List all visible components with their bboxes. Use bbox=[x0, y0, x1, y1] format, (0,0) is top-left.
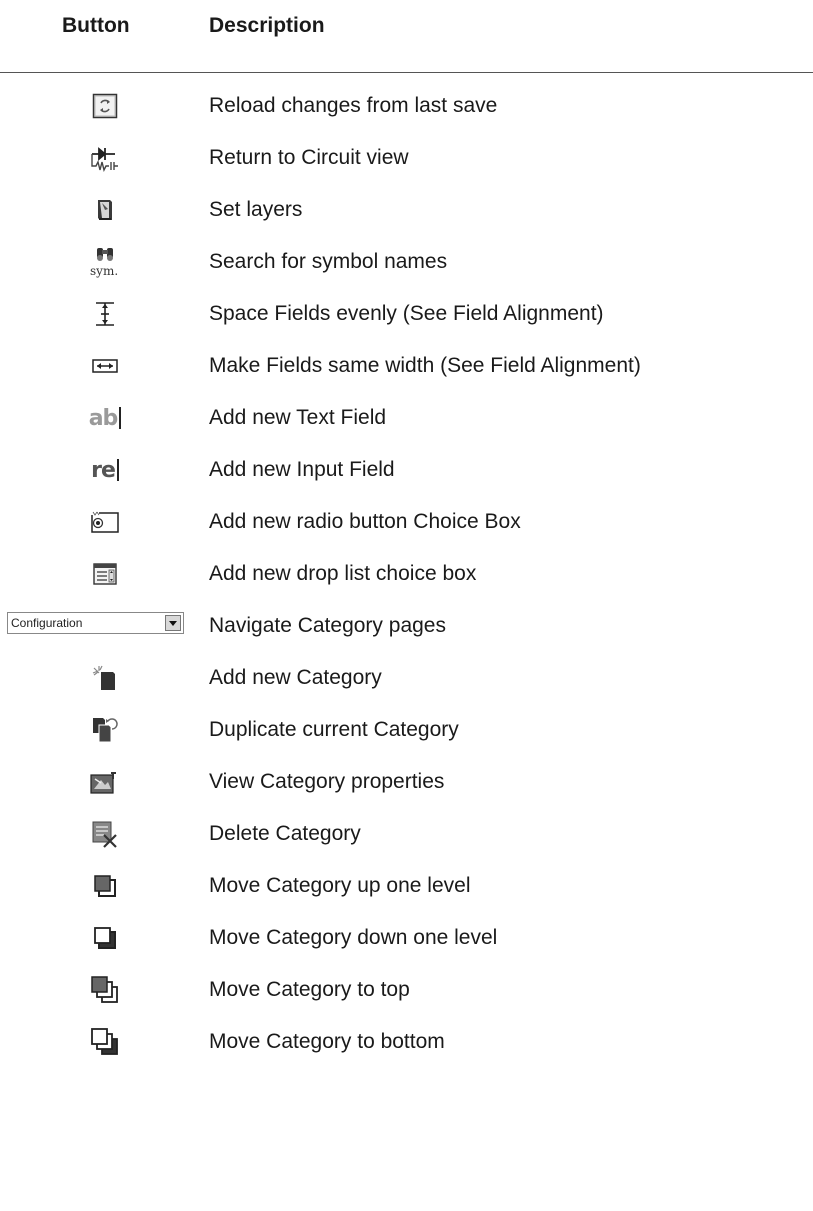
row-description: Duplicate current Category bbox=[209, 718, 459, 741]
row-description: Space Fields evenly (See Field Alignment… bbox=[209, 302, 604, 325]
table-row: Reload changes from last save bbox=[0, 80, 813, 132]
row-description: Add new Category bbox=[209, 666, 382, 689]
table-row: ab Add new Text Field bbox=[0, 392, 813, 444]
table-row: Duplicate current Category bbox=[0, 704, 813, 756]
circuit-view-icon[interactable] bbox=[80, 138, 130, 178]
table-row: Add new Category bbox=[0, 652, 813, 704]
reload-icon[interactable] bbox=[80, 86, 130, 126]
input-field-icon-label: re bbox=[91, 458, 119, 483]
table-row: Delete Category bbox=[0, 808, 813, 860]
row-description: Set layers bbox=[209, 198, 303, 221]
table-row: sym. Search for symbol names bbox=[0, 236, 813, 288]
header-rule bbox=[0, 72, 813, 73]
category-dropdown-value: Configuration bbox=[11, 616, 83, 630]
row-description: View Category properties bbox=[209, 770, 445, 793]
table-row: Move Category down one level bbox=[0, 912, 813, 964]
radio-choice-icon[interactable] bbox=[80, 502, 130, 542]
space-evenly-icon[interactable] bbox=[80, 294, 130, 334]
table-row: Add new drop list choice box bbox=[0, 548, 813, 600]
layers-icon[interactable] bbox=[80, 190, 130, 230]
svg-text:sym.: sym. bbox=[90, 264, 118, 278]
row-description: Move Category to top bbox=[209, 978, 410, 1001]
move-down-icon[interactable] bbox=[80, 918, 130, 958]
row-description: Add new radio button Choice Box bbox=[209, 510, 521, 533]
row-description: Add new Input Field bbox=[209, 458, 395, 481]
table-row: Move Category to top bbox=[0, 964, 813, 1016]
duplicate-category-icon[interactable] bbox=[80, 710, 130, 750]
row-description: Move Category up one level bbox=[209, 874, 471, 897]
row-description: Navigate Category pages bbox=[209, 614, 446, 637]
table-row: Make Fields same width (See Field Alignm… bbox=[0, 340, 813, 392]
same-width-icon[interactable] bbox=[80, 346, 130, 386]
table-row: Set layers bbox=[0, 184, 813, 236]
table-row: re Add new Input Field bbox=[0, 444, 813, 496]
category-dropdown[interactable]: Configuration bbox=[7, 612, 184, 634]
header-button: Button bbox=[62, 14, 130, 37]
drop-list-icon[interactable] bbox=[80, 554, 130, 594]
table-row: Add new radio button Choice Box bbox=[0, 496, 813, 548]
row-description: Make Fields same width (See Field Alignm… bbox=[209, 354, 641, 377]
header-description: Description bbox=[209, 14, 325, 37]
row-description: Search for symbol names bbox=[209, 250, 448, 273]
row-description: Reload changes from last save bbox=[209, 94, 498, 117]
table-row: Move Category to bottom bbox=[0, 1016, 813, 1068]
row-description: Add new drop list choice box bbox=[209, 562, 477, 585]
row-description: Return to Circuit view bbox=[209, 146, 409, 169]
symbol-search-icon[interactable]: sym. bbox=[80, 242, 130, 282]
table-row: Return to Circuit view bbox=[0, 132, 813, 184]
move-top-icon[interactable] bbox=[80, 970, 130, 1010]
row-description: Delete Category bbox=[209, 822, 361, 845]
table-row: Move Category up one level bbox=[0, 860, 813, 912]
category-properties-icon[interactable] bbox=[80, 762, 130, 802]
row-description: Move Category to bottom bbox=[209, 1030, 445, 1053]
new-category-icon[interactable] bbox=[80, 658, 130, 698]
move-up-icon[interactable] bbox=[80, 866, 130, 906]
row-description: Add new Text Field bbox=[209, 406, 387, 429]
table-row: Space Fields evenly (See Field Alignment… bbox=[0, 288, 813, 340]
text-field-icon-label: ab bbox=[89, 406, 122, 431]
table-row: Configuration Navigate Category pages bbox=[0, 600, 813, 652]
input-field-icon[interactable]: re bbox=[80, 450, 130, 490]
delete-category-icon[interactable] bbox=[80, 814, 130, 854]
move-bottom-icon[interactable] bbox=[80, 1022, 130, 1062]
text-field-icon[interactable]: ab bbox=[80, 398, 130, 438]
table-row: View Category properties bbox=[0, 756, 813, 808]
chevron-down-icon[interactable] bbox=[165, 615, 181, 631]
row-description: Move Category down one level bbox=[209, 926, 498, 949]
